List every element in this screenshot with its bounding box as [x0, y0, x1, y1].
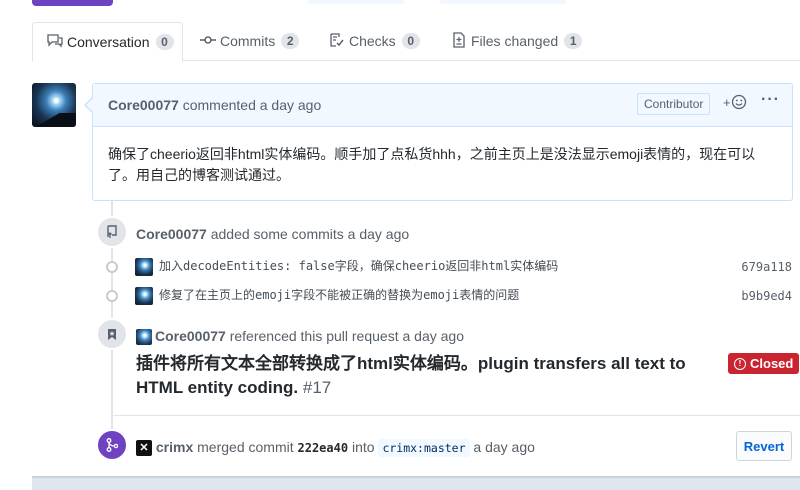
- top-label-edge: [307, 0, 405, 4]
- referenced-issue-title-text[interactable]: 插件将所有文本全部转换成了html实体编码。plugin transfers a…: [136, 354, 686, 397]
- avatar[interactable]: [135, 257, 153, 276]
- add-reaction-button[interactable]: +: [723, 94, 747, 110]
- comment-header: Core00077 commented a day ago Contributo…: [93, 84, 792, 127]
- tab-conversation-count: 0: [155, 34, 174, 50]
- avatar[interactable]: [136, 329, 152, 346]
- repo-push-icon: [96, 216, 128, 248]
- tab-commits[interactable]: Commits 2: [200, 22, 300, 60]
- comment-caret-inner: [86, 98, 93, 112]
- comment-box: Core00077 commented a day ago Contributo…: [92, 83, 793, 201]
- contributor-badge: Contributor: [637, 93, 711, 115]
- more-options-button[interactable]: ···: [761, 91, 780, 109]
- commits-event-author[interactable]: Core00077: [136, 226, 207, 242]
- commit-row: 加入decodeEntities: false字段，确保cheerio返回非ht…: [135, 257, 558, 276]
- tab-files-changed-count: 1: [564, 33, 583, 49]
- closed-status-label: Closed: [750, 356, 794, 371]
- merge-event-action: merged commit: [197, 439, 294, 455]
- closed-status-badge: ! Closed: [728, 353, 800, 374]
- commit-message-link[interactable]: 修复了在主页上的emoji字段不能被正确的替换为emoji表情的问题: [159, 288, 519, 302]
- commits-event-action: added some commits a day ago: [210, 226, 410, 242]
- git-merge-icon: [96, 429, 128, 461]
- tab-commits-label: Commits: [220, 33, 276, 49]
- reference-event-action: referenced this pull request a day ago: [229, 328, 464, 344]
- reference-event-text: Core00077 referenced this pull request a…: [136, 328, 464, 346]
- top-label-edge-2: [440, 0, 566, 4]
- commit-sha-link[interactable]: 679a118: [741, 260, 792, 274]
- commit-message-link[interactable]: 加入decodeEntities: false字段，确保cheerio返回非ht…: [159, 259, 558, 273]
- commit-sha-link[interactable]: b9b9ed4: [741, 289, 792, 303]
- avatar[interactable]: [32, 83, 76, 127]
- commit-row: 修复了在主页上的emoji字段不能被正确的替换为emoji表情的问题: [135, 286, 519, 305]
- tab-files-changed[interactable]: Files changed 1: [451, 22, 583, 60]
- comment-meta: Core00077 commented a day ago: [108, 97, 321, 113]
- tab-conversation[interactable]: Conversation 0: [32, 22, 183, 62]
- issue-closed-icon: !: [734, 357, 746, 370]
- top-action-button-edge[interactable]: [32, 0, 113, 6]
- tab-checks[interactable]: Checks 0: [329, 22, 420, 60]
- timeline-separator: [113, 415, 800, 416]
- referenced-issue-number[interactable]: #17: [303, 378, 331, 397]
- checklist-icon: [329, 32, 345, 50]
- git-commit-icon: [200, 33, 216, 49]
- commit-dot: [106, 290, 118, 302]
- comment-author-link[interactable]: Core00077: [108, 97, 179, 113]
- reference-event-author[interactable]: Core00077: [155, 328, 226, 344]
- bookmark-icon: [96, 318, 128, 350]
- smiley-icon: [731, 94, 746, 110]
- avatar[interactable]: ✕: [136, 440, 152, 457]
- merge-event-author[interactable]: crimx: [156, 439, 193, 455]
- referenced-issue-title[interactable]: 插件将所有文本全部转换成了html实体编码。plugin transfers a…: [136, 352, 726, 400]
- comment-discussion-icon: [47, 33, 63, 51]
- target-branch[interactable]: crimx:master: [378, 439, 470, 457]
- merge-into-text: into: [351, 439, 375, 455]
- merge-commit-link[interactable]: 222ea40: [298, 441, 349, 455]
- comment-body: 确保了cheerio返回非html实体编码。顺手加了点私货hhh，之前主页上是没…: [108, 146, 756, 183]
- tab-commits-count: 2: [281, 33, 300, 49]
- revert-button[interactable]: Revert: [736, 431, 792, 461]
- tab-checks-label: Checks: [349, 33, 396, 49]
- commit-dot: [106, 261, 118, 273]
- merge-time: a day ago: [473, 439, 535, 455]
- tab-conversation-label: Conversation: [67, 34, 150, 50]
- avatar[interactable]: [135, 286, 153, 305]
- file-diff-icon: [451, 31, 467, 51]
- comment-action-text: commented a day ago: [182, 97, 322, 113]
- commits-event-text: Core00077 added some commits a day ago: [136, 226, 409, 242]
- tab-files-changed-label: Files changed: [471, 33, 559, 49]
- tab-checks-count: 0: [401, 33, 420, 49]
- merge-event-text: ✕ crimx merged commit 222ea40 into crimx…: [136, 439, 535, 457]
